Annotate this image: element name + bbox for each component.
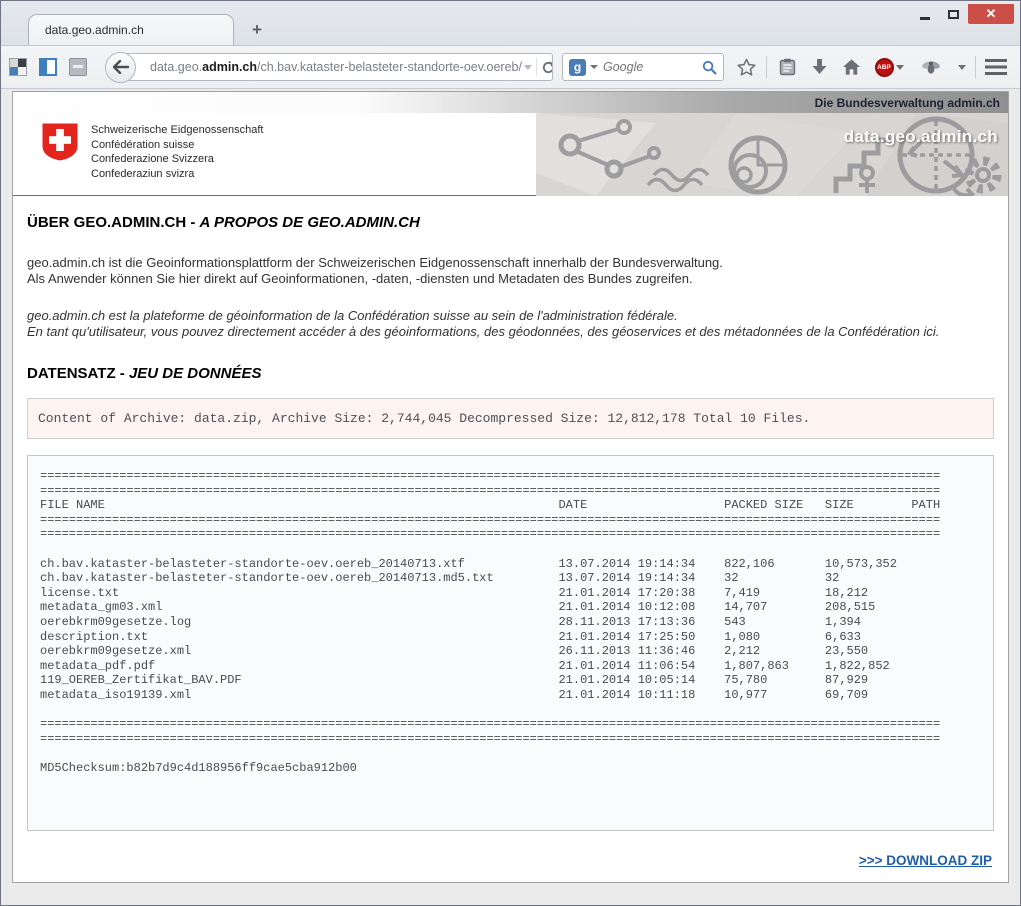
logo-line-rm: Confederaziun svizra xyxy=(91,167,263,182)
close-button[interactable]: ✕ xyxy=(968,4,1014,24)
search-icon[interactable] xyxy=(702,60,717,75)
clipboard-icon xyxy=(779,58,796,76)
search-input[interactable] xyxy=(603,60,702,74)
url-text: data.geo.admin.ch/ch.bav.kataster-belast… xyxy=(150,60,522,74)
minimize-button[interactable] xyxy=(910,4,939,24)
google-favicon: g xyxy=(569,59,586,76)
reload-icon[interactable] xyxy=(541,60,553,75)
bookmarks-menu-button[interactable] xyxy=(771,51,803,83)
logo-line-de: Schweizerische Eidgenossenschaft xyxy=(91,123,263,138)
archive-listing-box: ========================================… xyxy=(27,455,994,831)
star-icon xyxy=(737,58,756,76)
swiss-shield-icon xyxy=(41,122,79,162)
archive-extension-icon[interactable] xyxy=(69,58,87,76)
addon-button[interactable] xyxy=(911,51,951,83)
dataset-heading: DATENSATZ - JEU DE DONNÉES xyxy=(27,365,994,382)
search-engine-dropdown-icon[interactable] xyxy=(590,65,598,69)
window-controls: ✕ xyxy=(910,4,1014,24)
minimize-icon xyxy=(920,17,930,20)
archive-summary: Content of Archive: data.zip, Archive Si… xyxy=(27,398,994,439)
download-arrow-icon xyxy=(811,58,828,76)
bug-icon xyxy=(921,59,941,75)
about-heading: ÜBER GEO.ADMIN.CH - A PROPOS DE GEO.ADMI… xyxy=(27,214,994,231)
abp-icon: ABP xyxy=(875,58,894,77)
back-button[interactable] xyxy=(105,52,136,83)
new-tab-button[interactable]: + xyxy=(244,19,270,41)
logo-line-it: Confederazione Svizzera xyxy=(91,152,263,167)
geo-banner: data.geo.admin.ch xyxy=(536,113,1008,196)
masthead: Schweizerische Eidgenossenschaft Confédé… xyxy=(13,113,1008,196)
grid-extension-icon[interactable] xyxy=(9,58,27,76)
logo-line-fr: Confédération suisse xyxy=(91,138,263,153)
confederation-names: Schweizerische Eidgenossenschaft Confédé… xyxy=(91,122,263,195)
about-paragraph-fr: geo.admin.ch est la plateforme de géoinf… xyxy=(27,308,994,339)
page-viewport: Die Bundesverwaltung admin.ch Schweizeri… xyxy=(1,89,1020,906)
plus-icon: + xyxy=(252,20,262,40)
maximize-button[interactable] xyxy=(939,4,968,24)
banner-title: data.geo.admin.ch xyxy=(844,127,998,147)
tab-data-geo-admin[interactable]: data.geo.admin.ch xyxy=(28,14,234,45)
url-dropdown-icon[interactable] xyxy=(524,65,532,70)
addon-dropdown-button[interactable] xyxy=(951,51,971,83)
about-paragraph-de: geo.admin.ch ist die Geoinformationsplat… xyxy=(27,255,994,286)
tab-title: data.geo.admin.ch xyxy=(45,23,144,37)
swiss-confederation-logo: Schweizerische Eidgenossenschaft Confédé… xyxy=(13,113,263,195)
home-button[interactable] xyxy=(835,51,867,83)
download-zip-link[interactable]: >>> DOWNLOAD ZIP xyxy=(859,853,992,868)
download-row: >>> DOWNLOAD ZIP xyxy=(27,831,994,870)
sidebar-extension-icon[interactable] xyxy=(39,58,57,76)
page-content: ÜBER GEO.ADMIN.CH - A PROPOS DE GEO.ADMI… xyxy=(13,196,1008,883)
hamburger-icon xyxy=(985,59,1007,75)
url-bar[interactable]: data.geo.admin.ch/ch.bav.kataster-belast… xyxy=(122,53,553,81)
archive-listing: ========================================… xyxy=(40,469,981,775)
search-box[interactable]: g xyxy=(562,53,724,81)
abp-dropdown-icon xyxy=(896,65,904,70)
chevron-down-icon xyxy=(958,65,966,70)
maximize-icon xyxy=(948,10,959,19)
menu-button[interactable] xyxy=(980,51,1012,83)
geo-motifs-illustration xyxy=(536,113,1008,196)
home-icon xyxy=(842,58,861,76)
bookmark-star-button[interactable] xyxy=(730,51,762,83)
federal-admin-bar: Die Bundesverwaltung admin.ch xyxy=(13,92,1008,113)
navigation-toolbar: data.geo.admin.ch/ch.bav.kataster-belast… xyxy=(1,45,1020,89)
downloads-button[interactable] xyxy=(803,51,835,83)
web-page: Die Bundesverwaltung admin.ch Schweizeri… xyxy=(12,91,1009,883)
tab-strip: data.geo.admin.ch + ✕ xyxy=(1,1,1020,45)
close-icon: ✕ xyxy=(986,6,997,22)
federal-admin-label[interactable]: Die Bundesverwaltung admin.ch xyxy=(815,96,1000,110)
browser-window: data.geo.admin.ch + ✕ xyxy=(0,0,1021,906)
back-arrow-icon xyxy=(113,60,129,74)
adblock-button[interactable]: ABP xyxy=(867,51,911,83)
extension-buttons xyxy=(9,58,87,76)
